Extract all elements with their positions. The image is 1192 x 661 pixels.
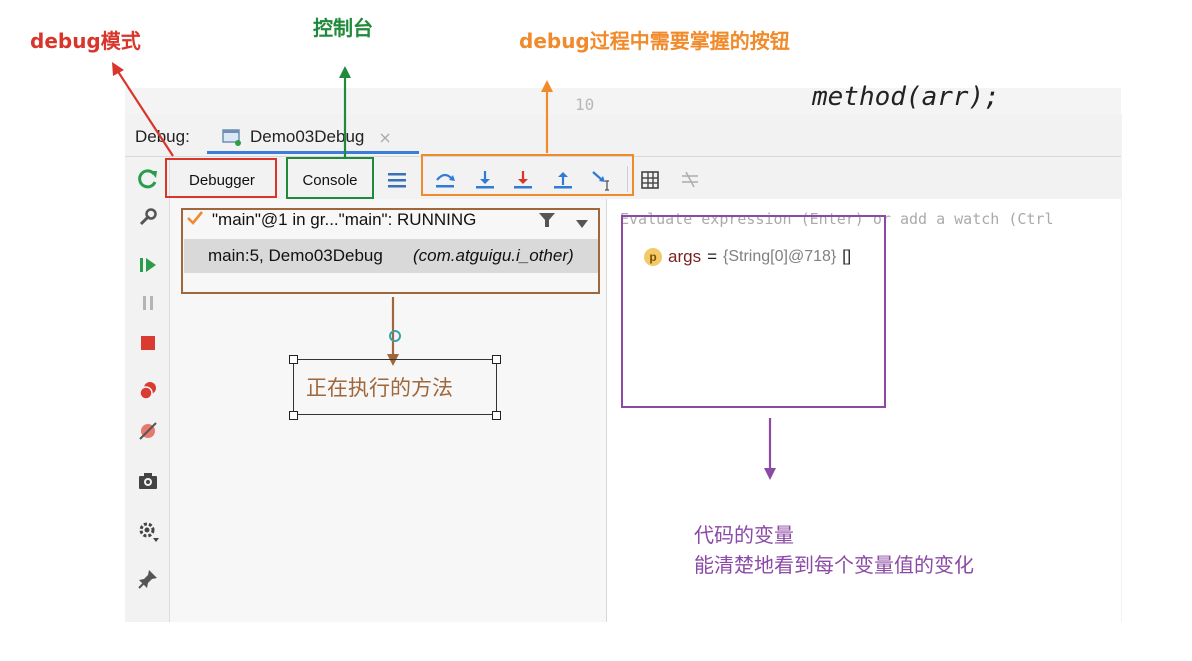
console-arrowhead xyxy=(339,66,351,78)
annotation-variables-line2: 能清楚地看到每个变量值的变化 xyxy=(694,553,974,577)
variables-arrowhead xyxy=(764,468,776,480)
annotation-arrows xyxy=(112,62,776,480)
debug-mode-arrowhead xyxy=(112,62,124,76)
buttons-arrowhead xyxy=(541,80,553,92)
rotate-handle xyxy=(389,330,401,342)
resize-handle xyxy=(289,411,298,420)
resize-handle xyxy=(492,411,501,420)
annotation-executing-method: 正在执行的方法 xyxy=(306,376,453,400)
annotation-variables-line1: 代码的变量 xyxy=(694,523,794,547)
annotation-buttons: debug过程中需要掌握的按钮 xyxy=(519,29,790,53)
annotation-console: 控制台 xyxy=(313,16,373,40)
debug-mode-arrow xyxy=(116,69,174,157)
resize-handle xyxy=(492,355,501,364)
annotation-debug-mode: debug模式 xyxy=(30,29,141,53)
resize-handle xyxy=(289,355,298,364)
